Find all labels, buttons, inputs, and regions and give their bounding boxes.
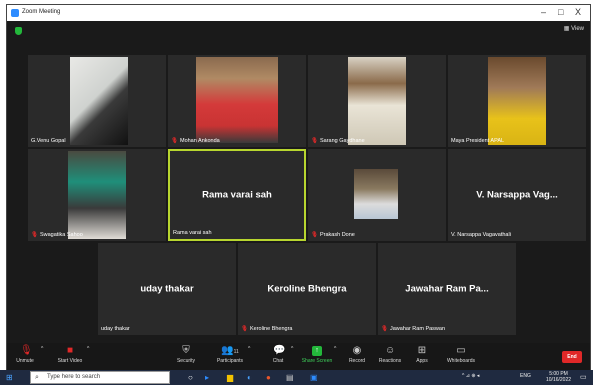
reactions-icon: ☺ — [385, 345, 396, 356]
zoom-logo-icon — [11, 9, 19, 17]
share-screen-button[interactable]: ↑ Share Screen — [300, 346, 334, 364]
participant-display-name: Keroline Bhengra — [267, 283, 347, 295]
reactions-button[interactable]: ☺ Reactions — [375, 345, 405, 365]
search-icon: ⌕ — [35, 374, 39, 381]
window-title: Zoom Meeting — [22, 9, 61, 15]
mic-muted-icon: 🎙 — [311, 232, 318, 238]
video-tile-maya-president[interactable]: Maya President APAL — [448, 55, 586, 147]
grid-view-icon: ▦ — [563, 26, 572, 32]
participant-display-name: uday thakar — [140, 283, 194, 295]
whiteboard-icon: ▭ — [456, 345, 466, 356]
video-tile-keroline-bhengra[interactable]: Keroline Bhengra 🎙 Keroline Bhengra — [238, 243, 376, 335]
end-meeting-button[interactable]: End — [562, 351, 582, 363]
title-bar: Zoom Meeting – □ X — [7, 5, 590, 21]
participant-name: 🎙 Swagatika Sahoo — [31, 232, 83, 238]
view-button[interactable]: ▦ View — [564, 25, 584, 32]
video-tile-jawahar-ram-paswan[interactable]: Jawahar Ram Pa... 🎙 Jawahar Ram Paswan — [378, 243, 516, 335]
cortana-icon[interactable]: ○ — [188, 373, 193, 382]
video-tile-mohan-ankonda[interactable]: 🎙 Mohan Ankonda — [168, 55, 306, 147]
video-tile-sarang-gaydhane[interactable]: 🎙 Sarang Gaydhane — [308, 55, 446, 147]
record-icon: ◉ — [352, 345, 362, 356]
mic-muted-icon: 🎙 — [381, 326, 388, 332]
participant-video — [488, 57, 546, 145]
participant-display-name: Rama varai sah — [202, 189, 272, 201]
video-off-icon: ■ — [66, 345, 74, 356]
participant-video — [354, 169, 398, 219]
zoom-taskbar-icon[interactable]: ▣ — [310, 373, 318, 382]
video-tile-v-narsappa[interactable]: V. Narsappa Vag... V. Narsappa Vagavatha… — [448, 149, 586, 241]
minimize-button[interactable]: – — [541, 7, 546, 17]
chat-button[interactable]: 💬 Chat — [265, 345, 291, 365]
chat-chevron-icon[interactable]: ^ — [291, 346, 293, 352]
security-button[interactable]: ⛨ Security — [171, 345, 201, 365]
close-button[interactable]: X — [575, 7, 581, 17]
participant-name: 🎙 Sarang Gaydhane — [311, 138, 365, 144]
participant-name: 🎙 Prakash Done — [311, 232, 355, 238]
store-icon[interactable]: ▤ — [286, 373, 294, 382]
encryption-shield-icon[interactable] — [15, 27, 22, 35]
participants-icon: 👥11 — [221, 345, 239, 356]
share-screen-icon: ↑ — [312, 346, 322, 356]
participant-video — [348, 57, 406, 145]
maximize-button[interactable]: □ — [558, 7, 563, 17]
clock[interactable]: 5:00 PM 10/16/2022 — [546, 371, 571, 383]
participant-name: V. Narsappa Vagavathali — [451, 232, 511, 238]
participants-chevron-icon[interactable]: ^ — [248, 346, 250, 352]
participant-name: 🎙 Keroline Bhengra — [241, 326, 293, 332]
participant-name: uday thakar — [101, 326, 130, 332]
participant-name: 🎙 Jawahar Ram Paswan — [381, 326, 446, 332]
participant-video — [196, 57, 278, 143]
audio-options-chevron-icon[interactable]: ^ — [41, 346, 43, 352]
meeting-toolbar: 🎙 Unmute ^ ■ Start Video ^ ⛨ Security 👥1… — [7, 343, 590, 371]
file-explorer-icon[interactable]: ▆ — [227, 373, 233, 382]
shield-icon: ⛨ — [182, 345, 190, 356]
whiteboards-button[interactable]: ▭ Whiteboards — [443, 345, 479, 365]
windows-start-icon[interactable]: ⊞ — [6, 373, 13, 382]
mic-muted-icon: 🎙 — [241, 326, 248, 332]
chat-icon: 💬 — [273, 345, 286, 356]
participant-name: 🎙 Mohan Ankonda — [171, 138, 220, 144]
input-language[interactable]: ENG — [520, 373, 531, 379]
video-tile-prakash-done[interactable]: 🎙 Prakash Done — [308, 149, 446, 241]
record-button[interactable]: ◉ Record — [344, 345, 370, 365]
participant-video — [70, 57, 128, 145]
participant-name: G.Venu Gopal — [31, 138, 66, 144]
video-tile-swagatika-sahoo[interactable]: 🎙 Swagatika Sahoo — [28, 149, 166, 241]
video-tile-g-venu-gopal[interactable]: G.Venu Gopal — [28, 55, 166, 147]
participant-name: Maya President APAL — [451, 138, 505, 144]
taskbar-search-box[interactable]: ⌕ Type here to search — [30, 371, 170, 384]
participant-display-name: Jawahar Ram Pa... — [405, 283, 489, 295]
video-tile-rama-varai-sah-active-speaker[interactable]: Rama varai sah Rama varai sah — [168, 149, 306, 241]
mic-muted-icon: 🎙 — [31, 232, 38, 238]
mic-muted-icon: 🎙 — [20, 345, 33, 356]
video-tile-uday-thakar[interactable]: uday thakar uday thakar — [98, 243, 236, 335]
participant-name: Rama varai sah — [173, 230, 212, 236]
mic-muted-icon: 🎙 — [311, 138, 318, 144]
participants-button[interactable]: 👥11 Participants — [213, 345, 247, 365]
mic-muted-icon: 🎙 — [171, 138, 178, 144]
task-view-icon[interactable]: ▸ — [205, 373, 209, 382]
unmute-button[interactable]: 🎙 Unmute — [11, 345, 39, 365]
edge-icon[interactable]: ◐ — [247, 373, 252, 382]
apps-button[interactable]: ⊞ Apps — [411, 345, 433, 365]
zoom-window: Zoom Meeting – □ X ▦ View G.Venu Gopal 🎙… — [6, 4, 591, 372]
system-tray-icons[interactable]: ^ ⊿ ⊕ ◂ — [462, 373, 479, 379]
participant-display-name: V. Narsappa Vag... — [476, 189, 558, 201]
notifications-icon[interactable]: ▭ — [580, 373, 587, 382]
chrome-icon[interactable]: ● — [266, 373, 271, 382]
share-chevron-icon[interactable]: ^ — [334, 346, 336, 352]
windows-taskbar: ⊞ ⌕ Type here to search ○ ▸ ▆ ◐ ● ▤ ▣ ^ … — [0, 370, 593, 385]
start-video-button[interactable]: ■ Start Video — [53, 345, 87, 365]
apps-icon: ⊞ — [417, 345, 427, 356]
video-options-chevron-icon[interactable]: ^ — [87, 346, 89, 352]
participant-video — [68, 151, 126, 239]
